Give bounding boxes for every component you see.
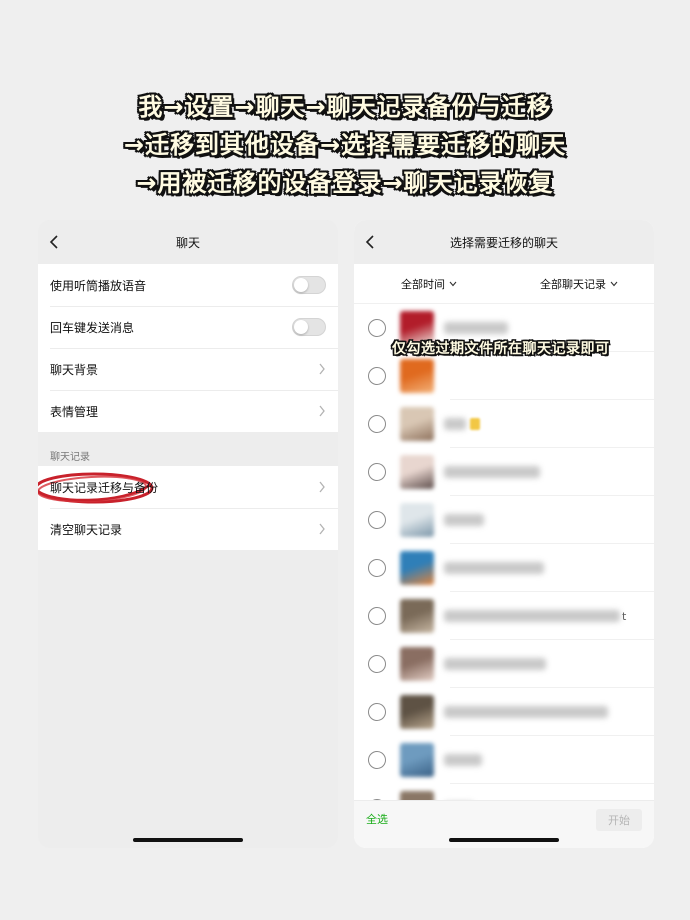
caption-line-2: →迁移到其他设备→选择需要迁移的聊天 xyxy=(123,131,567,159)
records-filter-dropdown[interactable]: 全部聊天记录 xyxy=(504,276,654,292)
settings-group: 使用听筒播放语音 回车键发送消息 聊天背景 表情管理 xyxy=(38,264,338,432)
setting-row-stickers[interactable]: 表情管理 xyxy=(38,390,338,432)
records-filter-label: 全部聊天记录 xyxy=(540,277,606,291)
select-radio[interactable] xyxy=(368,463,386,481)
blurred-chat-name xyxy=(444,562,544,574)
select-radio[interactable] xyxy=(368,607,386,625)
select-radio[interactable] xyxy=(368,751,386,769)
setting-label: 聊天记录迁移与备份 xyxy=(50,480,159,495)
avatar xyxy=(400,503,434,537)
annotation-note: 仅勾选过期文件所在聊天记录即可 xyxy=(392,341,610,357)
caret-down-icon xyxy=(449,281,457,286)
section-label-chat-history: 聊天记录 xyxy=(50,452,90,463)
earpiece-toggle[interactable] xyxy=(292,276,326,294)
blurred-chat-name xyxy=(444,610,620,622)
navbar: 选择需要迁移的聊天 xyxy=(354,220,654,264)
chat-row[interactable] xyxy=(354,784,654,800)
avatar xyxy=(400,791,434,800)
chevron-right-icon xyxy=(319,481,325,493)
avatar xyxy=(400,743,434,777)
filter-bar: 全部时间 全部聊天记录 xyxy=(354,264,654,304)
toggle-knob xyxy=(294,278,308,292)
blurred-chat-name xyxy=(444,706,608,718)
avatar xyxy=(400,599,434,633)
chat-row[interactable] xyxy=(354,640,654,688)
select-radio[interactable] xyxy=(368,319,386,337)
chevron-right-icon xyxy=(319,405,325,417)
select-radio[interactable] xyxy=(368,559,386,577)
select-radio[interactable] xyxy=(368,367,386,385)
caption-line-3: →用被迁移的设备登录→聊天记录恢复 xyxy=(136,169,554,197)
emoji-badge xyxy=(470,418,480,430)
home-indicator xyxy=(449,838,559,842)
chat-row[interactable] xyxy=(354,448,654,496)
chat-row[interactable] xyxy=(354,400,654,448)
chat-row[interactable] xyxy=(354,352,654,400)
blurred-chat-name xyxy=(444,754,482,766)
blurred-chat-name xyxy=(444,418,466,430)
chat-settings-screen: 聊天 使用听筒播放语音 回车键发送消息 聊天背景 表情管理 聊天记录 聊天记录迁… xyxy=(38,220,338,848)
chat-list: 仅勾选过期文件所在聊天记录即可 t xyxy=(354,304,654,800)
setting-row-earpiece[interactable]: 使用听筒播放语音 xyxy=(38,264,338,306)
time-filter-dropdown[interactable]: 全部时间 xyxy=(354,276,504,292)
instruction-caption: 我→设置→聊天→聊天记录备份与迁移 →迁移到其他设备→选择需要迁移的聊天 →用被… xyxy=(0,88,690,202)
blurred-chat-name xyxy=(444,322,508,334)
enter-send-toggle[interactable] xyxy=(292,318,326,336)
setting-label: 清空聊天记录 xyxy=(50,522,123,537)
setting-label: 回车键发送消息 xyxy=(50,320,135,335)
avatar xyxy=(400,695,434,729)
setting-label: 使用听筒播放语音 xyxy=(50,278,147,293)
chat-row[interactable] xyxy=(354,496,654,544)
setting-row-migrate-backup[interactable]: 聊天记录迁移与备份 xyxy=(38,466,338,508)
select-radio[interactable] xyxy=(368,703,386,721)
toggle-knob xyxy=(294,320,308,334)
select-all-button[interactable]: 全选 xyxy=(366,809,388,831)
page-title: 聊天 xyxy=(175,235,200,250)
chevron-right-icon xyxy=(319,523,325,535)
chat-row[interactable] xyxy=(354,688,654,736)
chat-name-suffix: t xyxy=(622,609,627,623)
caption-line-1: 我→设置→聊天→聊天记录备份与迁移 xyxy=(138,93,552,121)
back-chevron-icon[interactable] xyxy=(364,234,378,250)
avatar xyxy=(400,407,434,441)
blurred-chat-name xyxy=(444,514,484,526)
blurred-chat-name xyxy=(444,658,546,670)
time-filter-label: 全部时间 xyxy=(401,277,445,291)
chevron-right-icon xyxy=(319,363,325,375)
avatar xyxy=(400,359,434,393)
avatar xyxy=(400,455,434,489)
navbar: 聊天 xyxy=(38,220,338,264)
chat-row[interactable] xyxy=(354,736,654,784)
setting-label: 聊天背景 xyxy=(50,362,99,377)
setting-row-chat-background[interactable]: 聊天背景 xyxy=(38,348,338,390)
caret-down-icon xyxy=(610,281,618,286)
back-chevron-icon[interactable] xyxy=(48,234,62,250)
start-button[interactable]: 开始 xyxy=(596,809,642,831)
chat-row[interactable]: t xyxy=(354,592,654,640)
chat-row[interactable] xyxy=(354,544,654,592)
select-radio[interactable] xyxy=(368,415,386,433)
select-radio[interactable] xyxy=(368,511,386,529)
records-group: 聊天记录迁移与备份 清空聊天记录 xyxy=(38,466,338,550)
avatar xyxy=(400,647,434,681)
home-indicator xyxy=(133,838,243,842)
setting-row-clear-history[interactable]: 清空聊天记录 xyxy=(38,508,338,550)
setting-label: 表情管理 xyxy=(50,404,99,419)
select-radio[interactable] xyxy=(368,655,386,673)
setting-row-enter-send[interactable]: 回车键发送消息 xyxy=(38,306,338,348)
page-title: 选择需要迁移的聊天 xyxy=(449,235,558,250)
blurred-chat-name xyxy=(444,466,540,478)
select-chats-screen: 选择需要迁移的聊天 全部时间 全部聊天记录 仅勾选过期文件所在聊天记录即可 t … xyxy=(354,220,654,848)
avatar xyxy=(400,551,434,585)
